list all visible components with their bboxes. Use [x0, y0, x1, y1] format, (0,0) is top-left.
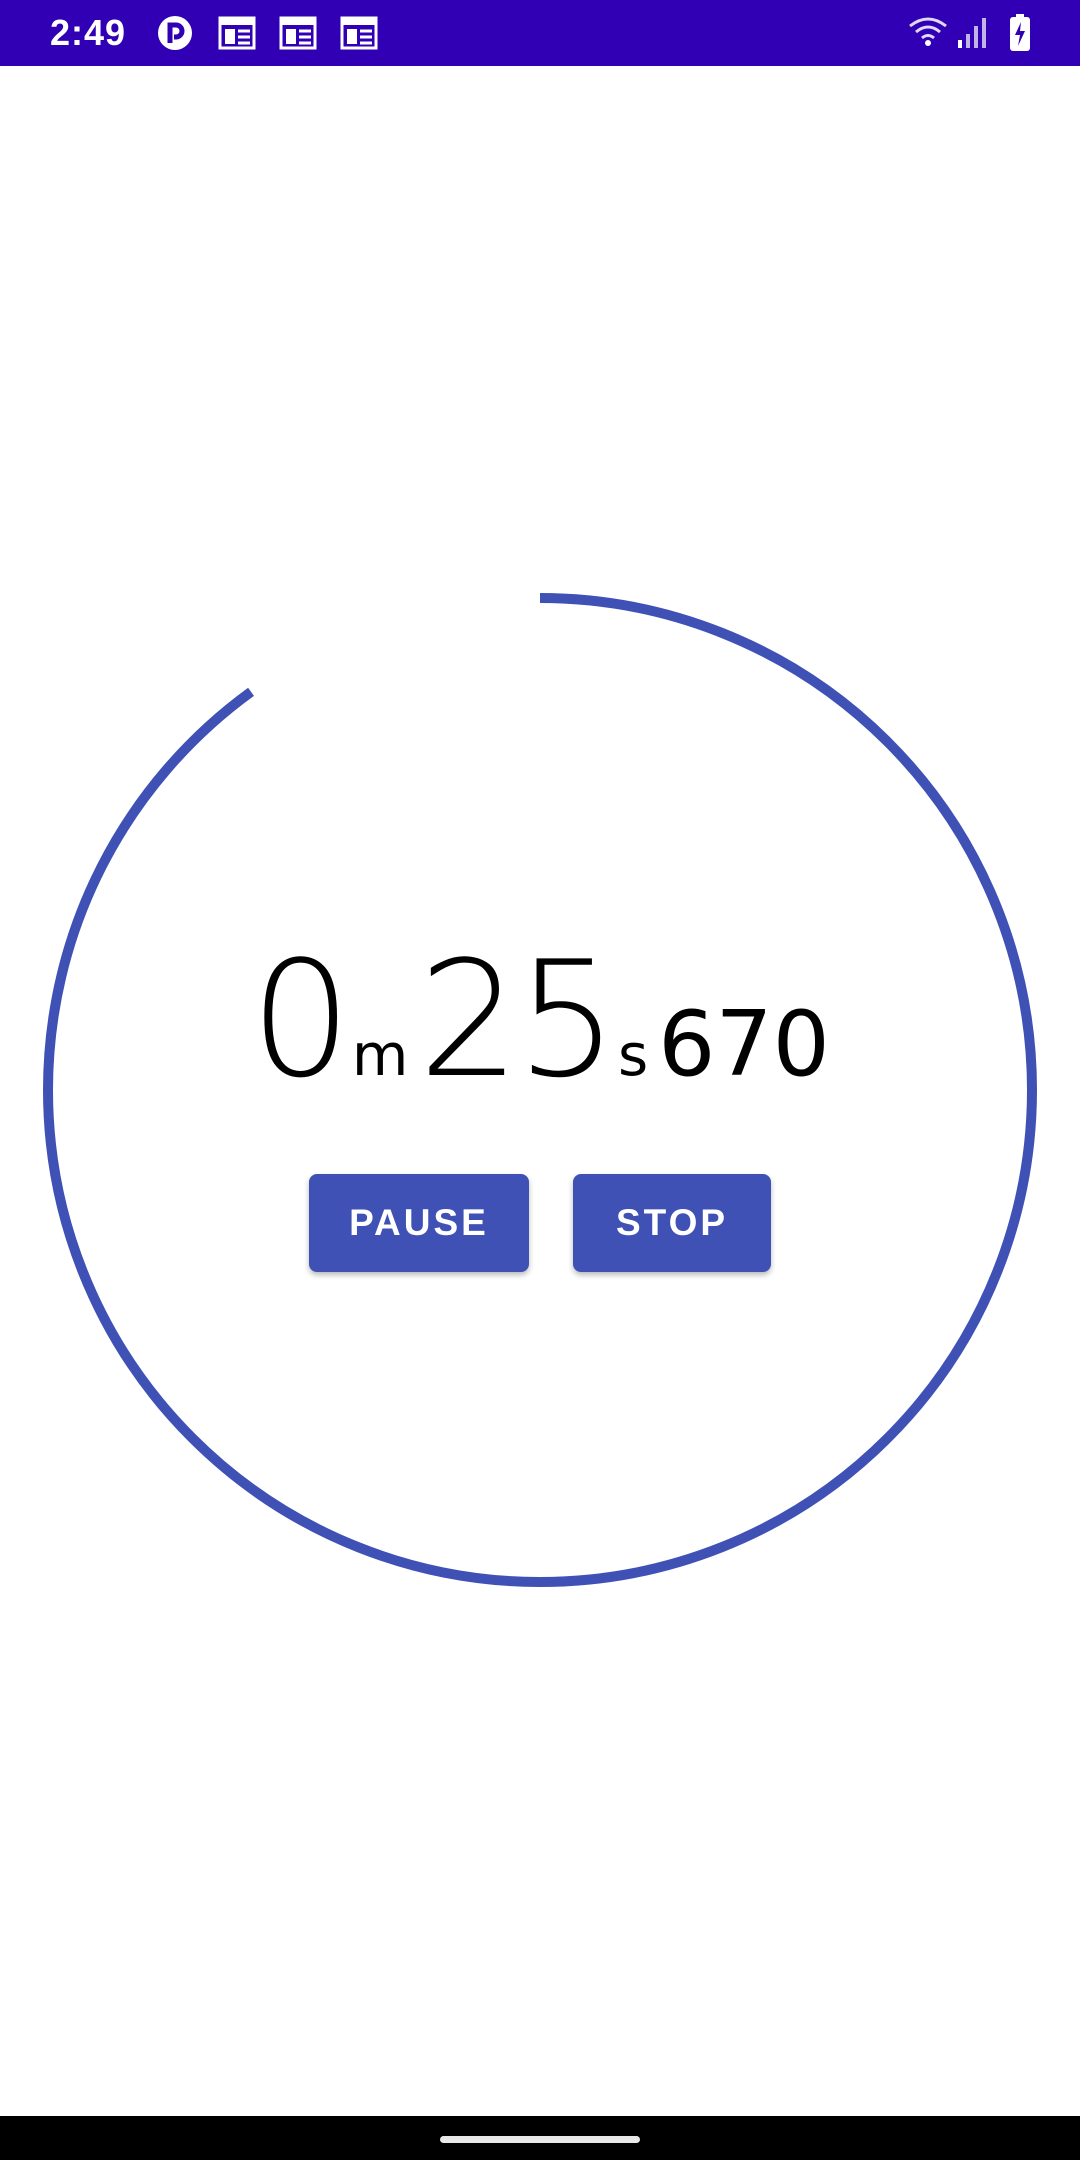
- elapsed-time: 0m25s 670: [0, 926, 1080, 1113]
- stopwatch-screen: 0m25s 670 PAUSE STOP: [0, 66, 1080, 2116]
- battery-charging-icon: [1008, 14, 1032, 57]
- calendar-icon: [340, 15, 378, 56]
- timer-minutes-unit: m: [351, 1021, 409, 1089]
- status-time: 2:49: [50, 12, 127, 53]
- timer-milliseconds: 670: [658, 992, 830, 1097]
- stop-button[interactable]: STOP: [573, 1174, 771, 1272]
- navigation-bar: [0, 2116, 1080, 2160]
- pause-button[interactable]: PAUSE: [309, 1174, 529, 1272]
- timer-seconds: 25: [418, 926, 618, 1113]
- status-bar: 2:49: [0, 0, 1080, 66]
- signal-icon: [956, 16, 990, 53]
- timer-minutes: 0: [250, 926, 352, 1113]
- calendar-icon: [218, 15, 256, 56]
- pocket-casts-icon: [157, 15, 193, 56]
- home-gesture-handle[interactable]: [440, 2136, 640, 2143]
- calendar-icon: [279, 15, 317, 56]
- timer-seconds-unit: s: [617, 1021, 649, 1089]
- wifi-icon: [908, 16, 948, 53]
